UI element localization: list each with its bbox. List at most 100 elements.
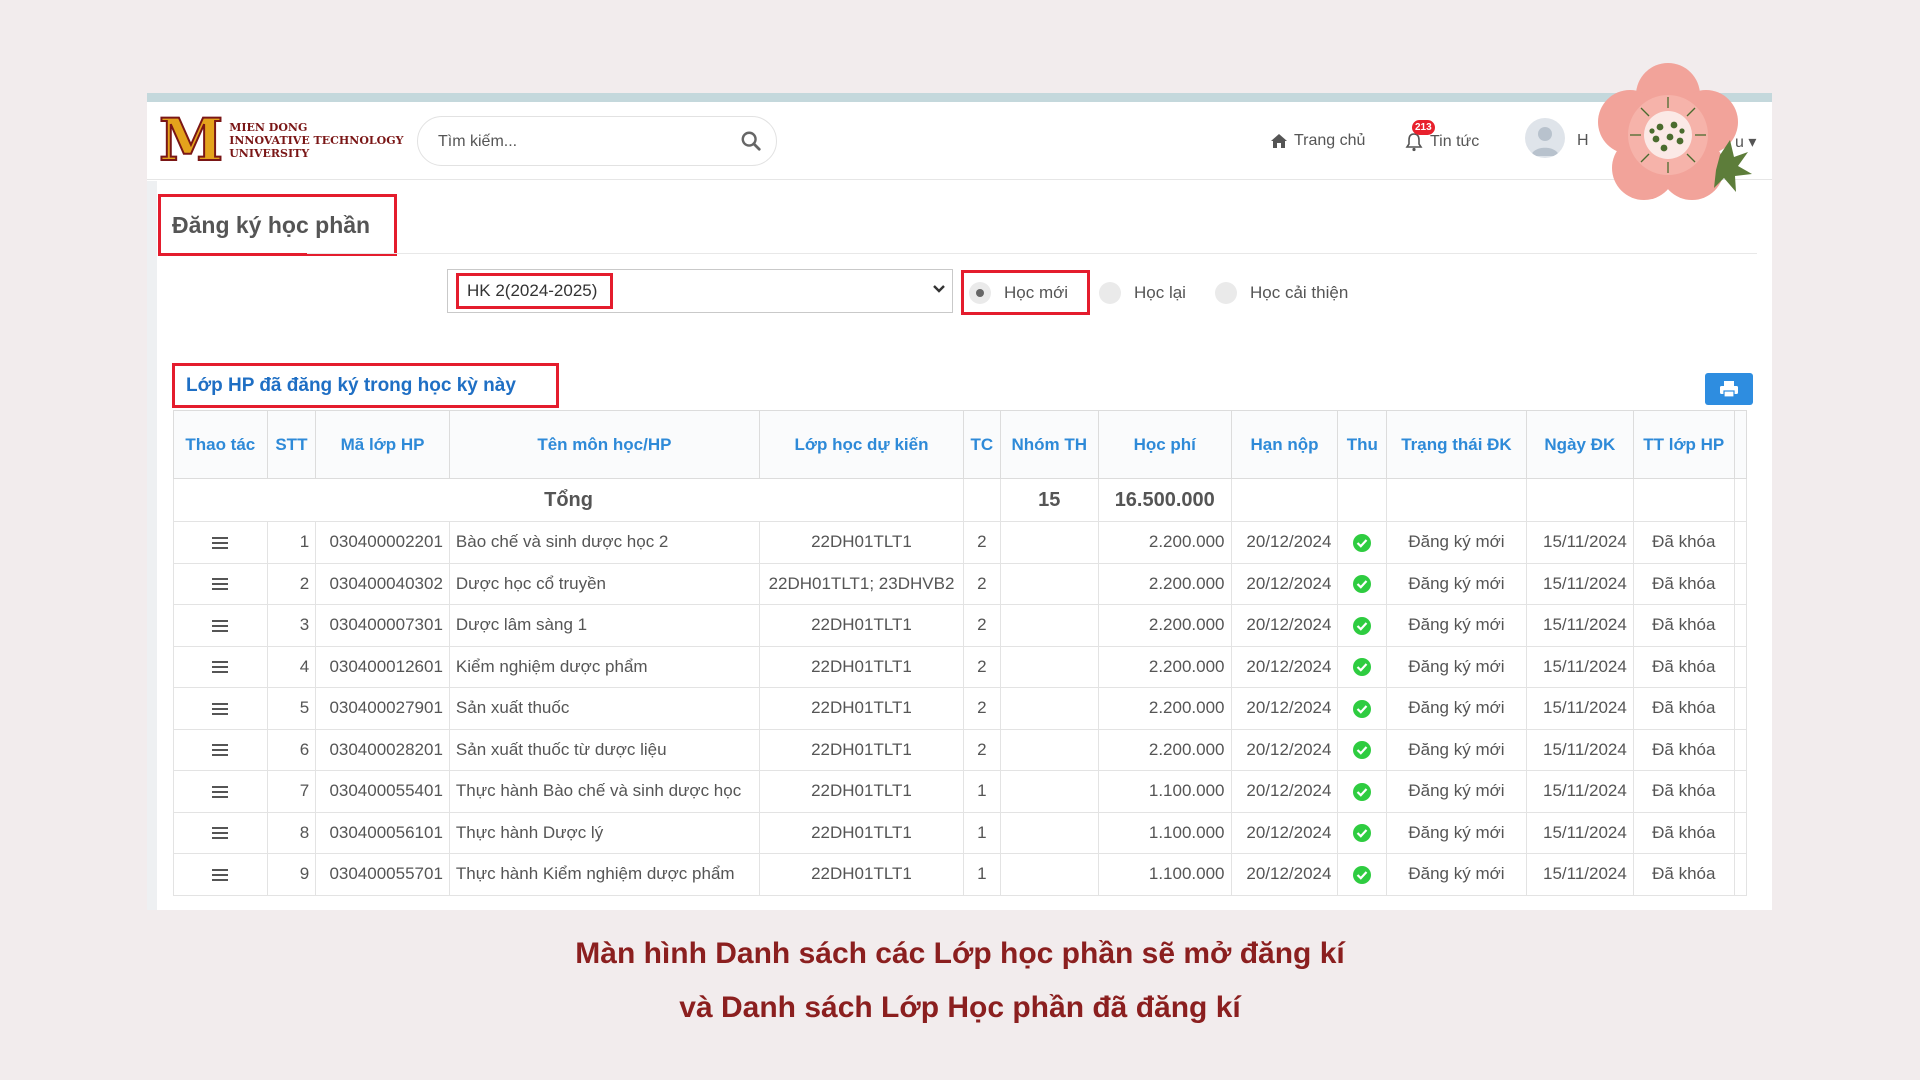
column-header: TC: [963, 410, 1001, 479]
table-cell-ma: 030400027901: [315, 687, 450, 730]
table-cell-ngay: 15/11/2024: [1525, 770, 1634, 813]
menu-icon[interactable]: [212, 578, 229, 591]
radio-indicator[interactable]: [969, 282, 991, 304]
table-cell-ma: 030400028201: [315, 728, 450, 771]
print-button[interactable]: [1705, 373, 1753, 405]
table-cell-han: 20/12/2024: [1230, 562, 1339, 605]
table-cell: [1733, 521, 1748, 564]
section-title-highlight: Lớp HP đã đăng ký trong học kỳ này: [172, 363, 559, 408]
table-cell-tt: Đã khóa: [1632, 645, 1735, 688]
table-cell-han: 20/12/2024: [1230, 687, 1339, 730]
table-cell: [1733, 478, 1748, 522]
section-title: Lớp HP đã đăng ký trong học kỳ này: [186, 374, 516, 396]
table-cell-tc: 1: [963, 770, 1001, 813]
search-icon[interactable]: [740, 130, 762, 152]
table-cell-ngay: 15/11/2024: [1525, 604, 1634, 647]
logo-letter: M: [158, 106, 224, 174]
table-cell: [1733, 728, 1748, 771]
table-cell-ngay: 15/11/2024: [1525, 811, 1634, 854]
nav-news[interactable]: 213 Tin tức: [1404, 120, 1480, 152]
table-cell: [963, 478, 1001, 522]
table-cell-lop: 22DH01TLT1: [758, 728, 965, 771]
paid-status-cell: [1337, 687, 1388, 730]
radio-hoc-moi[interactable]: Học mới: [969, 282, 1068, 304]
row-actions-cell: [173, 687, 268, 730]
column-header-spacer: [1733, 410, 1748, 479]
table-cell-ma: 030400055401: [315, 770, 450, 813]
table-cell-trangthai: Đăng ký mới: [1386, 728, 1527, 771]
table-cell-ma: 030400055701: [315, 853, 450, 896]
nav-news-label: Tin tức: [1430, 133, 1480, 150]
table-cell-trangthai: Đăng ký mới: [1386, 562, 1527, 605]
menu-icon[interactable]: [212, 827, 229, 840]
radio-hoc-cai-thien[interactable]: Học cải thiện: [1215, 282, 1348, 304]
menu-icon[interactable]: [212, 785, 229, 798]
table-cell-han: 20/12/2024: [1230, 521, 1339, 564]
table-cell-tt: Đã khóa: [1632, 728, 1735, 771]
row-actions-cell: [173, 562, 268, 605]
table-cell-phi: 2.200.000: [1098, 687, 1232, 730]
table-cell-nhom: [999, 521, 1100, 564]
home-icon: [1271, 134, 1287, 148]
table-cell-stt: 8: [266, 811, 317, 854]
table-cell-ma: 030400012601: [315, 645, 450, 688]
menu-icon[interactable]: [212, 661, 229, 674]
row-actions-cell: [173, 770, 268, 813]
column-header: Thu: [1337, 410, 1388, 479]
menu-icon[interactable]: [212, 536, 229, 549]
table-cell: [1230, 478, 1339, 522]
table-cell-ten: Thực hành Kiểm nghiệm dược phẩm: [448, 853, 760, 896]
table-cell-lop: 22DH01TLT1: [758, 811, 965, 854]
news-badge: 213: [1412, 120, 1435, 135]
nav-home[interactable]: Trang chủ: [1270, 132, 1365, 150]
menu-icon[interactable]: [212, 702, 229, 715]
table-row: 2 030400040302 Dược học cổ truyền 22DH01TLT…: [173, 562, 1748, 605]
table-cell-trangthai: Đăng ký mới: [1386, 853, 1527, 896]
table-cell-tt: Đã khóa: [1632, 853, 1735, 896]
radio-indicator[interactable]: [1099, 282, 1121, 304]
table-cell-nhom: [999, 645, 1100, 688]
paid-status-cell: [1337, 521, 1388, 564]
table-cell-trangthai: Đăng ký mới: [1386, 687, 1527, 730]
bell-icon: 213: [1404, 120, 1435, 152]
table-cell-tc: 1: [963, 853, 1001, 896]
search-input[interactable]: Tìm kiếm...: [417, 116, 777, 166]
table-cell-stt: 5: [266, 687, 317, 730]
semester-select[interactable]: HK 2(2024-2025): [447, 269, 953, 313]
menu-icon[interactable]: [212, 619, 229, 632]
row-actions-cell: [173, 728, 268, 771]
table-cell-trangthai: Đăng ký mới: [1386, 645, 1527, 688]
table-cell-ma: 030400056101: [315, 811, 450, 854]
table-cell-tc: 2: [963, 521, 1001, 564]
table-header-row: Thao tác STT Mã lớp HP Tên môn học/HP Lớ…: [173, 410, 1748, 479]
user-name[interactable]: H: [1577, 132, 1589, 150]
table-cell-lop: 22DH01TLT1: [758, 770, 965, 813]
logo[interactable]: M MIEN DONG INNOVATIVE TECHNOLOGY UNIVER…: [158, 106, 403, 174]
radio-hoc-lai[interactable]: Học lại: [1099, 282, 1186, 304]
menu-icon[interactable]: [212, 744, 229, 757]
table-cell-nhom: [999, 728, 1100, 771]
table-cell-ma: 030400007301: [315, 604, 450, 647]
table-cell-tt: Đã khóa: [1632, 687, 1735, 730]
radio-indicator[interactable]: [1215, 282, 1237, 304]
table-cell: [1337, 478, 1388, 522]
table-cell: [1733, 604, 1748, 647]
menu-icon[interactable]: [212, 868, 229, 881]
user-icon: [1531, 127, 1559, 156]
table-cell-han: 20/12/2024: [1230, 728, 1339, 771]
avatar[interactable]: [1525, 118, 1565, 158]
total-label: Tổng: [172, 478, 965, 522]
table-row: 3 030400007301 Dược lâm sàng 1 22DH01TLT1 2 2…: [173, 604, 1748, 647]
table-row: 5 030400027901 Sản xuất thuốc 22DH01TLT1 2 2.…: [173, 687, 1748, 730]
table-cell: [1733, 562, 1748, 605]
table-row: 7 030400055401 Thực hành Bào chế và sinh d…: [173, 770, 1748, 813]
table-cell-ten: Dược lâm sàng 1: [448, 604, 760, 647]
table-cell-lop: 22DH01TLT1: [758, 521, 965, 564]
caption-line-2: và Danh sách Lớp Học phần đã đăng kí: [679, 991, 1241, 1024]
row-actions-cell: [173, 811, 268, 854]
table-cell-ten: Thực hành Dược lý: [448, 811, 760, 854]
table-cell-han: 20/12/2024: [1230, 770, 1339, 813]
check-circle-icon: [1353, 616, 1372, 635]
table-row: 4 030400012601 Kiểm nghiệm dược phẩm 22DH01…: [173, 645, 1748, 688]
table-body: Tổng 15 16.500.000 1 030400002201 Bào chế …: [172, 478, 1748, 896]
